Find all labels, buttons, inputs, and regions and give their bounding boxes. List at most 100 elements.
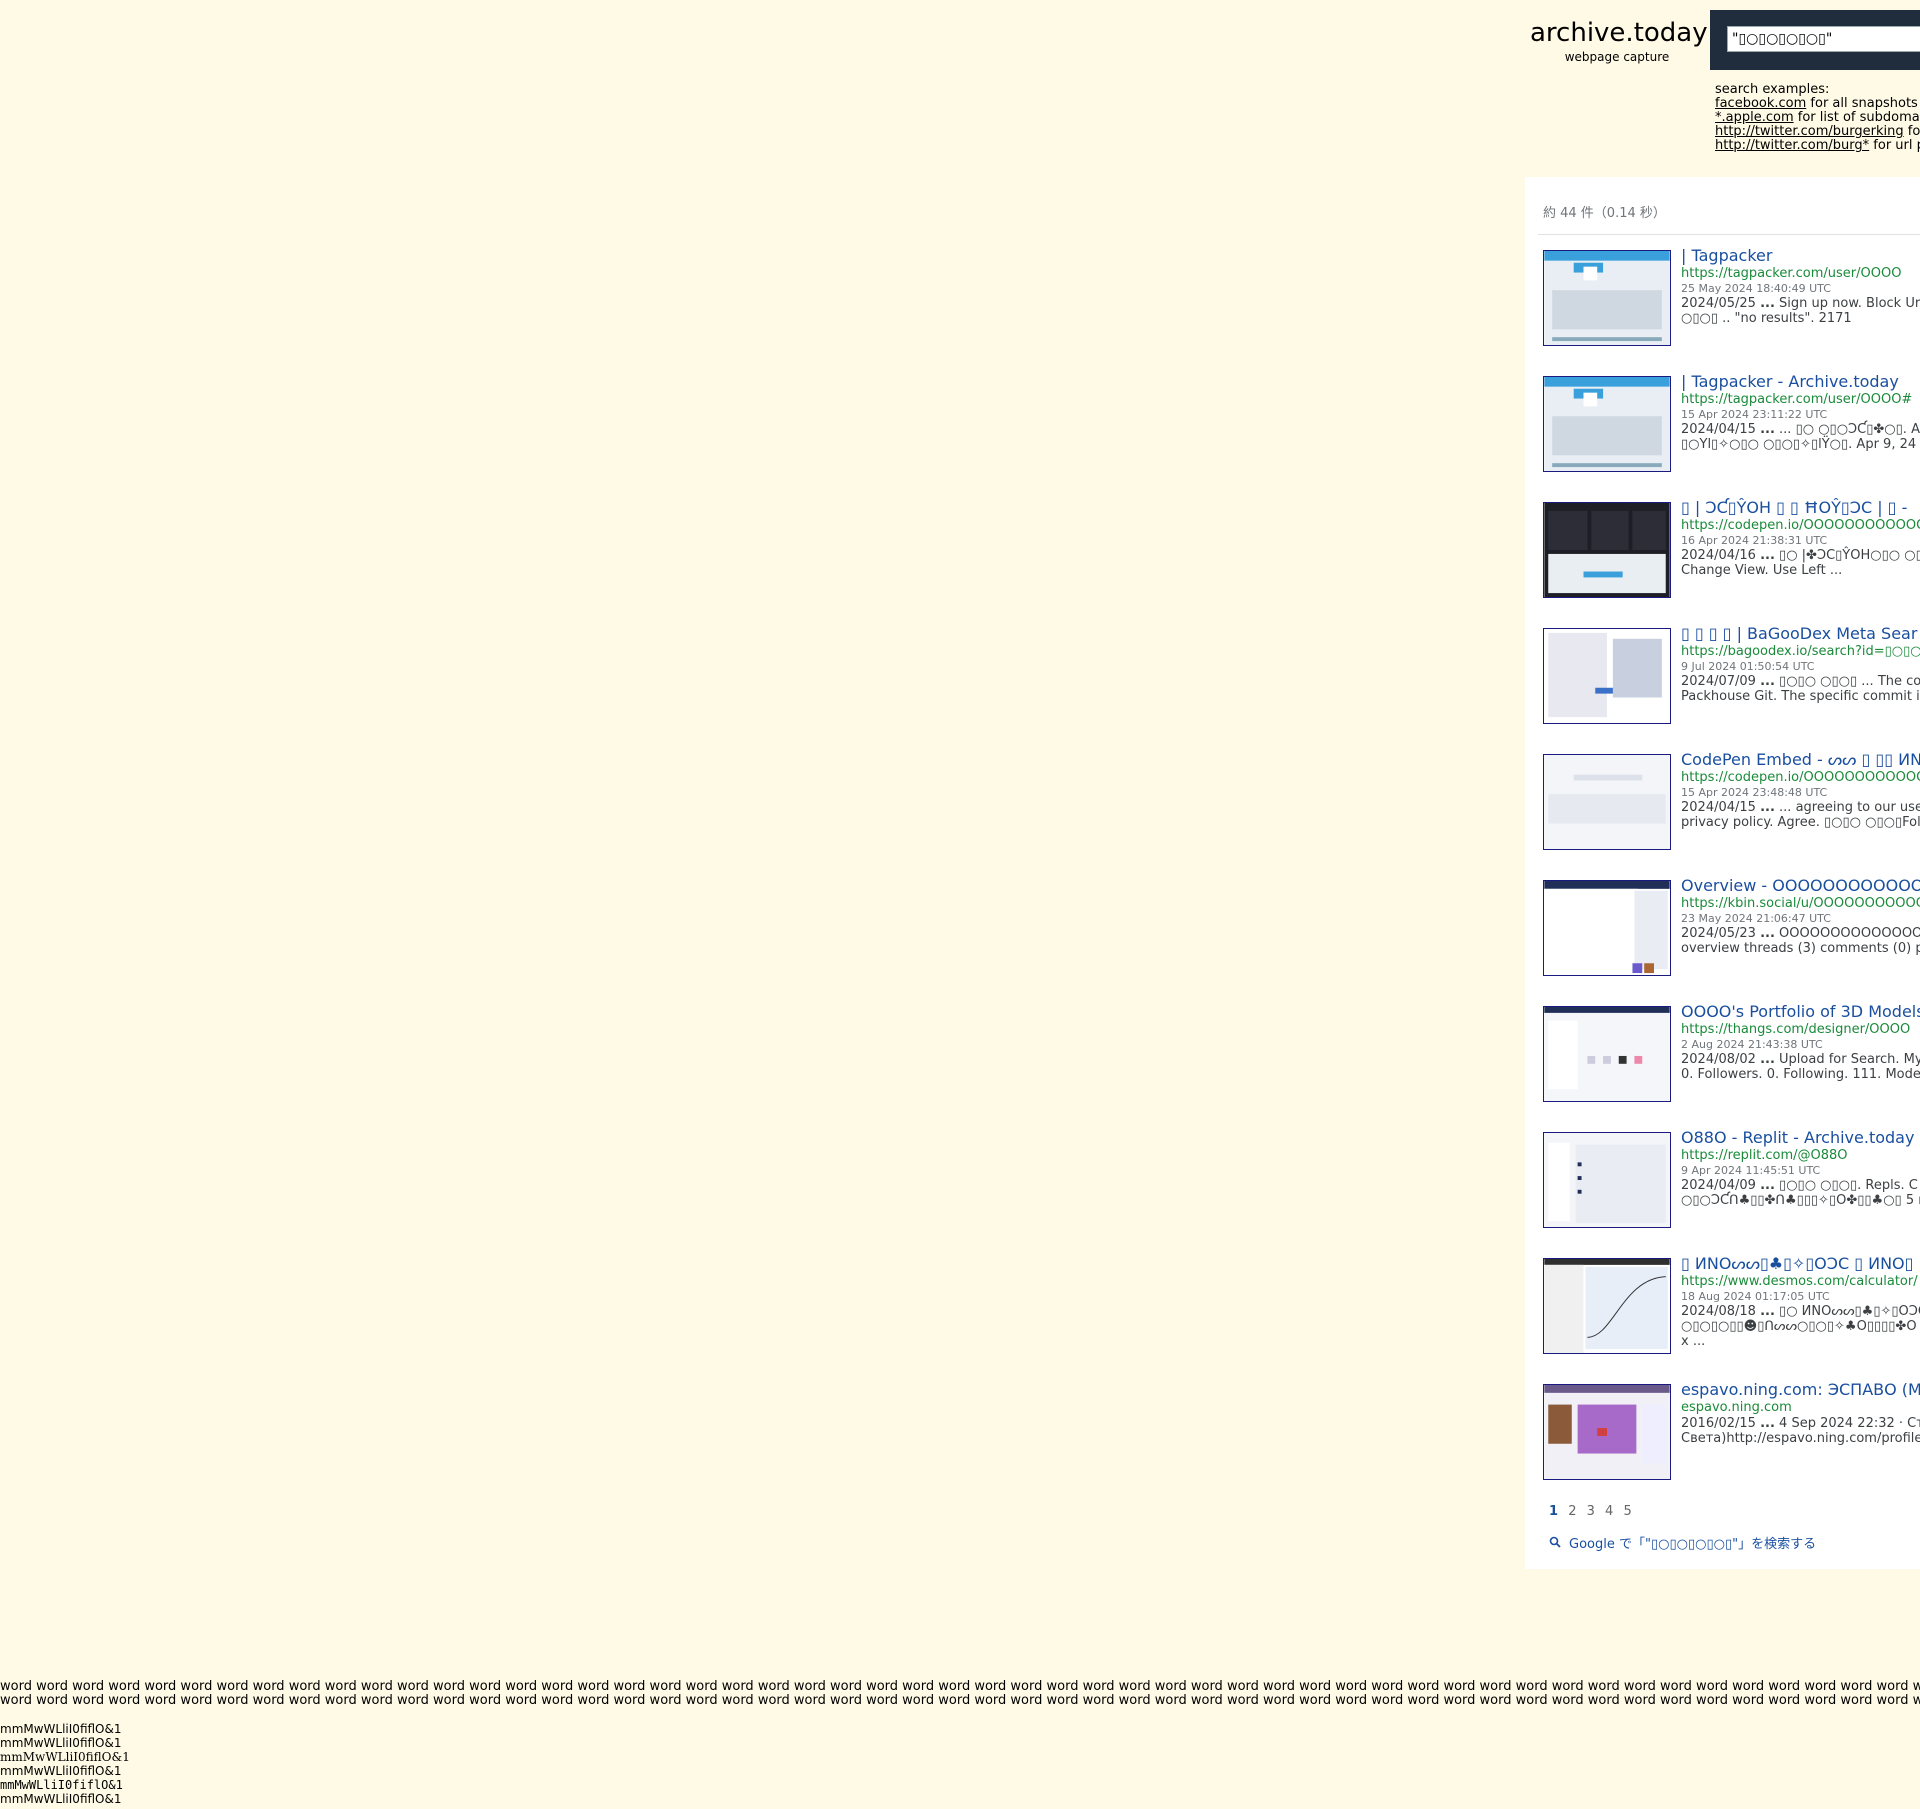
result-snippet: 2024/08/02 ... Upload for Search. My 0. … — [1681, 1052, 1920, 1082]
result-item: Overview - OOOOOOOOOOOO https://kbin.soc… — [1543, 876, 1920, 980]
thumbnail-preview — [1544, 377, 1670, 471]
pagination: 1 2 3 4 5 — [1549, 1504, 1638, 1519]
search-example-desc: for all snapshots fro — [1810, 96, 1920, 111]
thumbnail-shape — [1597, 1428, 1607, 1436]
result-snippet: 2024/04/15 ... ... agreeing to our use p… — [1681, 800, 1920, 830]
thumbnail-preview — [1544, 755, 1670, 849]
google-search-link[interactable]: Google で「"▯○▯○▯○▯○▯"」を検索する — [1549, 1533, 1816, 1552]
result-date: 15 Apr 2024 23:11:22 UTC — [1681, 408, 1828, 421]
result-title[interactable]: CodePen Embed - ᔕᔕ ▯ ▯▯ ИN — [1681, 750, 1920, 770]
search-example-link[interactable]: facebook.com — [1715, 96, 1806, 111]
result-title[interactable]: espavo.ning.com: ЭСПАВО (М — [1681, 1380, 1920, 1400]
thumbnail-shape — [1544, 1264, 1584, 1353]
result-thumbnail[interactable] — [1543, 1006, 1671, 1102]
search-example-item: http://twitter.com/burg* for url pre — [1715, 139, 1920, 153]
result-date: 25 May 2024 18:40:49 UTC — [1681, 282, 1831, 295]
thumbnail-shape — [1612, 638, 1662, 698]
thumbnail-preview — [1544, 503, 1670, 597]
result-title[interactable]: O88O - Replit - Archive.today — [1681, 1128, 1914, 1148]
result-item: ▯ ИNOᔕᔕ▯♣▯✧▯OƆC ▯ ИNO▯ | https://www.des… — [1543, 1254, 1920, 1358]
search-example-item: *.apple.com for list of subdomains — [1715, 111, 1920, 125]
result-thumbnail[interactable] — [1543, 376, 1671, 472]
snippet-text: OOOOOOOOOOOOOO — [1774, 926, 1920, 941]
snippet-text: ▯○Yl▯✧○▯○ ○▯○▯✧▯lŸ○▯. Apr 9, 24 — [1681, 437, 1917, 452]
thumbnail-preview — [1544, 629, 1670, 723]
snippet-text: ... agreeing to our use — [1774, 800, 1920, 815]
search-examples-list: facebook.com for all snapshots fro *.app… — [1715, 97, 1920, 153]
result-thumbnail[interactable] — [1543, 1258, 1671, 1354]
search-example-link[interactable]: http://twitter.com/burgerking — [1715, 124, 1904, 139]
thumbnail-shape — [1552, 416, 1662, 456]
snippet-text: 4 Sep 2024 22:32 · Ст — [1774, 1416, 1920, 1431]
thumbnail-shape — [1548, 510, 1588, 550]
snippet-text: ▯○ ИNOᔕᔕ▯♣▯✧▯OƆC — [1774, 1304, 1920, 1319]
snippet-date: 2024/07/09 — [1681, 674, 1756, 689]
snippet-text: ▯○ |✤ƆC▯ŶOH○▯○ ○▯ — [1774, 548, 1920, 563]
thumbnail-shape — [1573, 774, 1643, 781]
page-link-1[interactable]: 1 — [1549, 1504, 1558, 1519]
search-example-link[interactable]: *.apple.com — [1715, 110, 1794, 125]
result-thumbnail[interactable] — [1543, 250, 1671, 346]
result-title[interactable]: Overview - OOOOOOOOOOOO — [1681, 876, 1920, 896]
thumbnail-shape — [1548, 794, 1666, 824]
brand-subtitle: webpage capture — [1564, 50, 1670, 64]
result-title[interactable]: | Tagpacker - Archive.today — [1681, 372, 1899, 392]
thumbnail-shape — [1583, 392, 1598, 407]
result-thumbnail[interactable] — [1543, 502, 1671, 598]
thumbnail-shape — [1548, 1142, 1570, 1222]
search-input[interactable] — [1727, 26, 1920, 52]
result-thumbnail[interactable] — [1543, 628, 1671, 724]
brand-title[interactable]: archive.today — [1530, 16, 1708, 50]
page-link-3[interactable]: 3 — [1587, 1504, 1595, 1519]
result-item: | Tagpacker - Archive.today https://tagp… — [1543, 372, 1920, 476]
result-title[interactable]: ▯ ▯ ▯ ▯ | BaGooDex Meta Sear — [1681, 624, 1917, 644]
thumbnail-shape — [1634, 1055, 1643, 1064]
result-title[interactable]: ▯ ИNOᔕᔕ▯♣▯✧▯OƆC ▯ ИNO▯ | — [1681, 1254, 1920, 1274]
result-date: 15 Apr 2024 23:48:48 UTC — [1681, 786, 1828, 799]
result-title[interactable]: ▯ | ƆƇ▯ŶOH ▯ ▯ ĦOŶ▯ƆC | ▯ - — [1681, 498, 1907, 518]
result-snippet: 2024/08/18 ... ▯○ ИNOᔕᔕ▯♣▯✧▯OƆC ○▯○▯○▯▯☻… — [1681, 1304, 1920, 1349]
font-test-line: mmMwWLliI0fiflO&1 — [0, 1736, 122, 1750]
result-snippet: 2016/02/15 ... 4 Sep 2024 22:32 · Ст Све… — [1681, 1416, 1920, 1446]
page-link-4[interactable]: 4 — [1605, 1504, 1613, 1519]
result-snippet: 2024/04/09 ... ▯○▯○ ○▯○▯. Repls. C ○▯○ƆƇ… — [1681, 1178, 1920, 1208]
font-test-lines: mmMwWLliI0fiflO&1 mmMwWLliI0fiflO&1 mmMw… — [0, 1722, 130, 1806]
thumbnail-shape — [1575, 1144, 1666, 1224]
thumbnail-shape — [1587, 1055, 1596, 1064]
results-divider — [1538, 234, 1920, 235]
brand-logo[interactable]: archive.today webpage capture — [1530, 16, 1708, 64]
thumbnail-preview — [1544, 1259, 1670, 1353]
result-url: https://tagpacker.com/user/OOOO# — [1681, 392, 1913, 407]
snippet-date: 2024/05/23 — [1681, 926, 1756, 941]
result-url: https://bagoodex.io/search?id=▯○▯○ — [1681, 644, 1920, 659]
page-link-5[interactable]: 5 — [1623, 1504, 1631, 1519]
result-thumbnail[interactable] — [1543, 1132, 1671, 1228]
thumbnail-shape — [1544, 881, 1670, 889]
snippet-text: ▯○▯○ ○▯○▯ ... The co — [1774, 674, 1920, 689]
font-test-line: mmMwWLliI0fiflO&1 — [0, 1778, 123, 1792]
thumbnail-shape — [1577, 1162, 1582, 1167]
search-icon — [1549, 1536, 1561, 1552]
result-item: | Tagpacker https://tagpacker.com/user/O… — [1543, 246, 1920, 350]
search-example-item: facebook.com for all snapshots fro — [1715, 97, 1920, 111]
search-example-link[interactable]: http://twitter.com/burg* — [1715, 138, 1869, 153]
snippet-text: ○▯○▯○▯▯☻▯ꓵᔕᔕ○▯○▯✧♣O▯▯▯▯✤O — [1681, 1319, 1917, 1334]
thumbnail-shape — [1544, 377, 1670, 387]
result-thumbnail[interactable] — [1543, 880, 1671, 976]
thumbnail-preview — [1544, 251, 1670, 345]
result-thumbnail[interactable] — [1543, 754, 1671, 850]
page-link-2[interactable]: 2 — [1568, 1504, 1576, 1519]
result-item: ▯ | ƆƇ▯ŶOH ▯ ▯ ĦOŶ▯ƆC | ▯ - https://code… — [1543, 498, 1920, 602]
snippet-date: 2024/08/18 — [1681, 1304, 1756, 1319]
result-url: https://codepen.io/OOOOOOOOOOOO — [1681, 518, 1920, 533]
result-title[interactable]: OOOO's Portfolio of 3D Models — [1681, 1002, 1920, 1022]
font-test-line: mmMwWLliI0fiflO&1 — [0, 1722, 122, 1736]
result-thumbnail[interactable] — [1543, 1384, 1671, 1480]
result-title[interactable]: | Tagpacker — [1681, 246, 1772, 266]
thumbnail-shape — [1583, 266, 1598, 281]
snippet-text: ... ▯○ ○▯○ƆƇ▯✤○▯. A — [1774, 422, 1920, 437]
thumbnail-shape — [1544, 888, 1639, 975]
result-snippet: 2024/05/25 ... Sign up now. Block Ur ○▯○… — [1681, 296, 1920, 326]
snippet-text: ○▯○ƆƇꓵ♣▯▯✤ꓵ♣▯▯▯✧▯O✤▯▯♣○▯ 5 r — [1681, 1193, 1920, 1208]
thumbnail-shape — [1583, 571, 1623, 578]
